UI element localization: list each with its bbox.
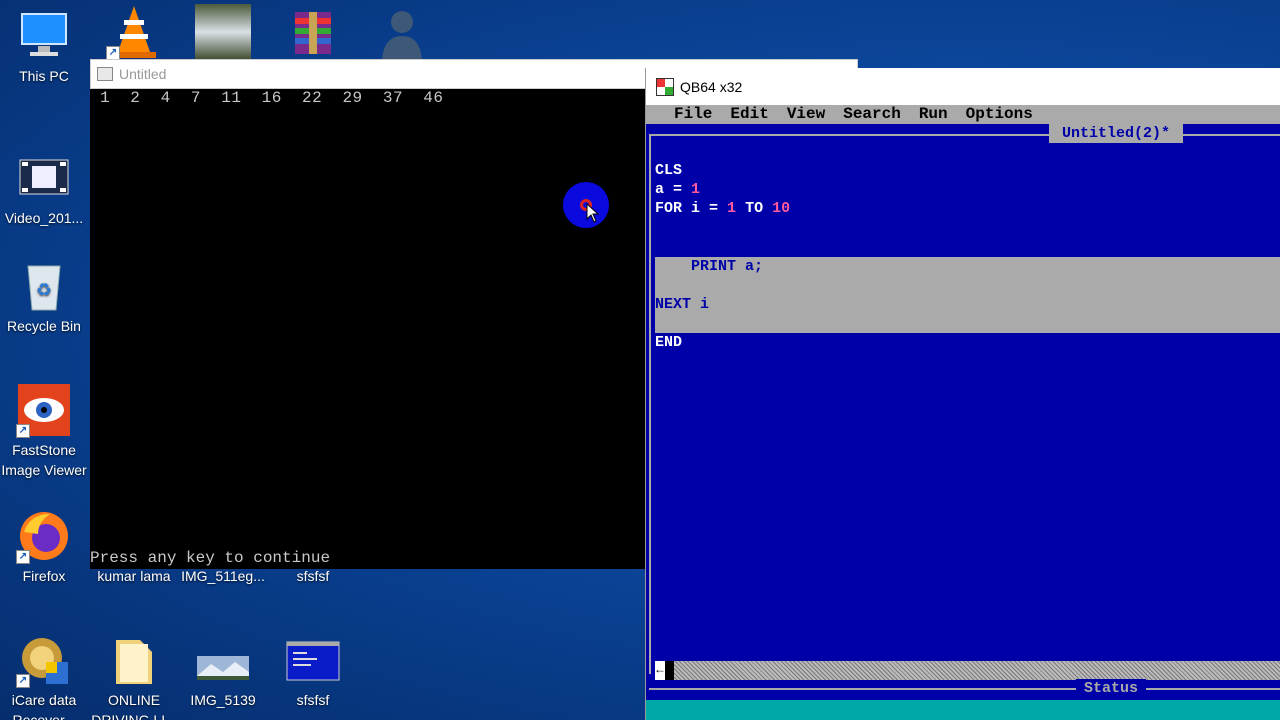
editor-file-title: Untitled(2)* [1049,124,1183,143]
qb64-editor[interactable]: Untitled(2)* CLS a = 1 FOR i = 1 TO 10 P… [646,124,1280,720]
desktop-icon-label: Video_201... [4,210,84,226]
desktop-icon-kumar-lama[interactable]: kumar lama [86,566,182,586]
menu-view[interactable]: View [787,105,825,124]
desktop-icon-label: sfsfsf [296,568,330,584]
output-console[interactable]: 1 2 4 7 11 16 22 29 37 46 Press any key … [90,89,646,569]
image-thumbnail-icon [195,4,251,60]
desktop-icon-recycle-bin[interactable]: ♻ Recycle Bin [0,258,92,336]
desktop-icon-label: IMG_5139 [190,692,256,708]
desktop-icon-label: Firefox [22,568,66,584]
winrar-icon [285,4,341,60]
shortcut-arrow-icon: ↗ [106,46,120,60]
image-file-icon [195,632,251,688]
desktop-icon-label: This PC [19,68,69,84]
desktop-icon-label: sfsfsf [296,692,330,708]
desktop-icon-this-pc[interactable]: This PC [0,8,92,86]
window-app-icon [97,67,113,81]
menu-file[interactable]: File [674,105,712,124]
svg-text:♻: ♻ [36,280,52,300]
shortcut-arrow-icon: ↗ [16,550,30,564]
menu-options[interactable]: Options [966,105,1033,124]
menu-edit[interactable]: Edit [730,105,768,124]
qb64-titlebar[interactable]: QB64 x32 [646,68,1280,105]
icare-icon: ↗ [16,632,72,688]
qb64-window[interactable]: QB64 x32 File Edit View Search Run Optio… [645,68,1280,720]
desktop-icon-waterfall[interactable] [175,4,271,62]
shortcut-arrow-icon: ↗ [16,674,30,688]
desktop-icon-img511[interactable]: IMG_511eg... [175,566,271,586]
code-line-end[interactable]: END [655,333,682,352]
video-file-icon [16,150,72,206]
desktop-icon-video[interactable]: Video_201... [0,150,92,228]
qb64-bottom-bar [646,700,1280,720]
desktop-icon-label: iCare data Recover... [11,692,77,720]
desktop-icon-faststone[interactable]: ↗ FastStone Image Viewer [0,382,92,480]
desktop-icon-icare[interactable]: ↗ iCare data Recover... [0,632,92,720]
firefox-icon: ↗ [16,508,72,564]
shortcut-arrow-icon: ↗ [16,424,30,438]
desktop-icon-sfsfsf-bottom[interactable]: sfsfsf [265,632,361,710]
scrollbar-thumb[interactable] [665,661,674,680]
qb64-menubar: File Edit View Search Run Options [646,105,1280,124]
recycle-bin-icon: ♻ [16,258,72,314]
desktop-icon-label: ONLINE DRIVING LI... [91,692,177,720]
press-any-key-text: Press any key to continue [90,549,331,567]
vlc-icon: ↗ [106,4,162,60]
computer-icon [16,8,72,64]
output-window-title: Untitled [119,66,167,82]
code-line-next[interactable]: NEXT i [655,295,709,314]
desktop-icon-firefox[interactable]: ↗ Firefox [0,508,92,586]
desktop-icon-sfsfsf-top[interactable]: sfsfsf [265,566,361,586]
code-line-print[interactable]: PRINT a; [655,257,763,276]
scroll-left-arrow-icon[interactable]: ← [655,661,665,680]
faststone-icon: ↗ [16,382,72,438]
horizontal-scrollbar[interactable]: ← [655,661,1280,680]
desktop-icon-winrar[interactable] [265,4,361,62]
mouse-pointer-icon [586,203,600,223]
desktop-icon-label: Recycle Bin [7,318,81,334]
desktop-icon-label: IMG_511eg... [181,568,265,584]
desktop-icon-label: FastStone Image Viewer [1,442,87,478]
desktop-icon-img5139[interactable]: IMG_5139 [175,632,271,710]
user-silhouette-icon [374,4,430,60]
code-selection[interactable]: PRINT a; NEXT i [655,257,1280,333]
status-panel-title: Status [1076,679,1147,698]
menu-search[interactable]: Search [843,105,901,124]
qb64-app-icon [656,77,674,96]
folder-icon [106,632,162,688]
qb64-window-title: QB64 x32 [680,78,743,95]
desktop-icon-online-driving[interactable]: ONLINE DRIVING LI... [86,632,182,720]
desktop-icon-vlc[interactable]: ↗ [86,4,182,62]
status-divider [649,688,1280,690]
menu-run[interactable]: Run [919,105,948,124]
code-line-assign[interactable]: a = 1 [655,180,700,199]
image-file-icon [285,632,341,688]
code-line-for[interactable]: FOR i = 1 TO 10 [655,199,790,218]
code-line-cls[interactable]: CLS [655,161,682,180]
desktop-icon-label: kumar lama [97,568,171,584]
output-sequence: 1 2 4 7 11 16 22 29 37 46 [100,89,444,107]
desktop-icon-user[interactable] [354,4,450,62]
